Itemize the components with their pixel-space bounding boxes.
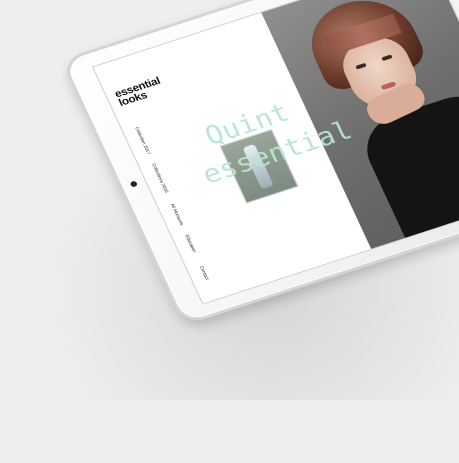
menu-item-contact[interactable]: Contact	[199, 265, 210, 280]
menu-item-education[interactable]: Education	[184, 234, 197, 253]
menu-item-all-moments[interactable]: All Moments	[170, 203, 185, 226]
brand-logo[interactable]: essential looks	[113, 75, 165, 109]
menu-item-collection-2017[interactable]: Collection 2017	[134, 126, 152, 155]
scene: essential looks Collection 2017 Collecti…	[0, 0, 459, 463]
home-button-icon	[129, 180, 139, 188]
menu-item-collections-2016[interactable]: Collections 2016	[151, 163, 169, 194]
